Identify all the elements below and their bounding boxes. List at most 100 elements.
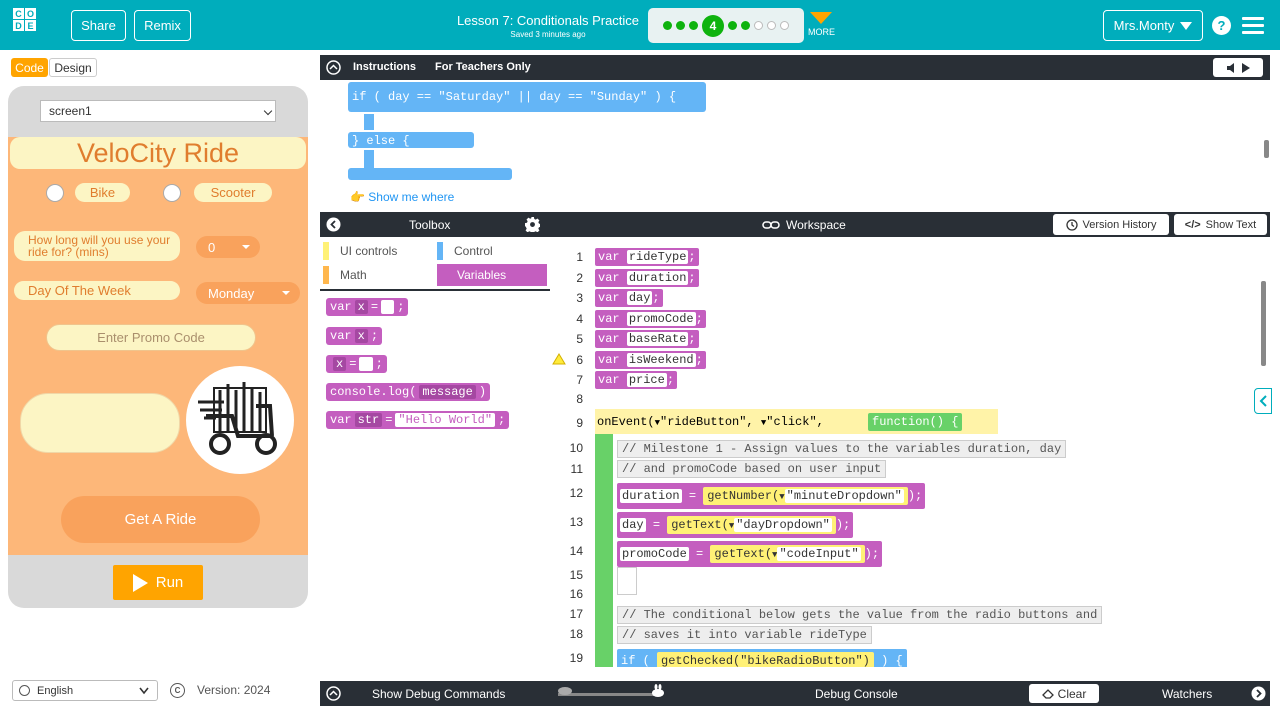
category-label: Control	[454, 244, 493, 258]
collapse-watchers-icon[interactable]	[1251, 686, 1266, 701]
code-line[interactable]: duration = getNumber(▼ "minuteDropdown");	[617, 483, 926, 509]
show-text-button[interactable]: </> Show Text	[1174, 214, 1267, 235]
run-button[interactable]: Run	[113, 565, 203, 600]
line-number: 4	[576, 312, 583, 326]
level-dot-3[interactable]	[689, 21, 698, 30]
duration-question-label: How long will you use your ride for? (mi…	[14, 231, 180, 261]
block-end	[348, 168, 512, 180]
clear-console-button[interactable]: Clear	[1029, 684, 1099, 703]
line-number: 5	[576, 332, 583, 346]
toolbox-divider	[320, 289, 550, 291]
line-number: 18	[569, 627, 583, 641]
language-select[interactable]: English	[12, 680, 158, 701]
code-line[interactable]: promoCode = getText(▼ "codeInput");	[617, 541, 883, 567]
toolbox-panel: UI controls Control Math Variables var x =…	[320, 237, 550, 667]
level-dot-8[interactable]	[767, 21, 776, 30]
code-org-logo[interactable]: C O D E	[13, 8, 49, 44]
gear-icon[interactable]	[525, 217, 540, 232]
promo-code-input[interactable]: Enter Promo Code	[46, 324, 256, 351]
chevron-left-icon	[1259, 395, 1267, 407]
minute-dropdown[interactable]: 0	[196, 236, 260, 258]
logo-letter-e: E	[25, 20, 36, 31]
bike-radio-button[interactable]	[46, 184, 64, 202]
category-label: UI controls	[340, 244, 398, 258]
code-mode-tab[interactable]: Code	[11, 58, 48, 77]
category-color-bar	[323, 266, 329, 284]
version-history-button[interactable]: Version History	[1053, 214, 1169, 235]
code-line[interactable]: var baseRate;	[595, 330, 699, 348]
tab-teachers-only[interactable]: For Teachers Only	[435, 61, 531, 73]
code-line[interactable]: var price;	[595, 371, 678, 389]
day-dropdown[interactable]: Monday	[196, 282, 300, 304]
block-var-string[interactable]: var str = "Hello World";	[326, 411, 510, 429]
empty-line-block[interactable]	[617, 567, 637, 595]
expand-panel-button[interactable]	[1254, 388, 1272, 414]
comment-line[interactable]: // The conditional below gets the value …	[617, 606, 1103, 624]
text-to-speech-button[interactable]	[1213, 58, 1263, 77]
code-line[interactable]: day = getText(▼ "dayDropdown");	[617, 512, 854, 538]
code-line[interactable]: if ( getChecked("bikeRadioButton") ) {	[617, 649, 907, 667]
get-a-ride-button[interactable]: Get A Ride	[61, 496, 260, 543]
block-var-declare[interactable]: var x;	[326, 327, 383, 345]
tab-instructions[interactable]: Instructions	[353, 61, 416, 73]
show-me-where-link[interactable]: 👉 Show me where	[350, 190, 454, 202]
comment-line[interactable]: // and promoCode based on user input	[617, 460, 887, 478]
level-dot-7[interactable]	[754, 21, 763, 30]
clock-icon	[1065, 218, 1078, 231]
debug-bar: Show Debug Commands Debug Console Clear …	[320, 681, 1270, 706]
collapse-debug-icon[interactable]	[326, 686, 341, 701]
show-debug-commands-button[interactable]: Show Debug Commands	[372, 687, 505, 701]
collapse-instructions-icon[interactable]	[326, 60, 341, 75]
block-console-log[interactable]: console.log(message)	[326, 383, 491, 401]
category-variables[interactable]: Variables	[437, 264, 547, 286]
version-label: Version: 2024	[197, 683, 271, 697]
category-color-bar	[323, 242, 329, 260]
screen-select[interactable]: screen1	[40, 100, 276, 122]
remix-button[interactable]: Remix	[134, 10, 191, 41]
share-button[interactable]: Share	[71, 10, 126, 41]
level-dot-5[interactable]	[728, 21, 737, 30]
code-line[interactable]: onEvent(▼"rideButton", ▼"click",	[597, 415, 824, 429]
logo-gap	[37, 8, 48, 19]
function-block[interactable]: function() {	[868, 413, 963, 431]
level-dot-1[interactable]	[663, 21, 672, 30]
line-number: 8	[576, 392, 583, 406]
block-assign[interactable]: x = ;	[326, 355, 387, 373]
category-ui-controls[interactable]: UI controls	[320, 240, 434, 262]
code-line[interactable]: var isWeekend;	[595, 351, 706, 369]
block-var-assign[interactable]: var x = ;	[326, 298, 409, 316]
code-workspace[interactable]: 1 2 3 4 5 6 7 8 9 10 11 12 13 14 15 16 1…	[550, 237, 1270, 667]
scooter-radio-button[interactable]	[163, 184, 181, 202]
scooter-label: Scooter	[194, 183, 272, 202]
comment-line[interactable]: // Milestone 1 - Assign values to the va…	[617, 440, 1067, 458]
copyright-icon[interactable]: C	[170, 683, 185, 698]
hamburger-menu-icon[interactable]	[1242, 17, 1264, 38]
workspace-scrollbar[interactable]	[1260, 241, 1268, 661]
line-number: 13	[569, 515, 583, 529]
current-level-dot[interactable]: 4	[702, 14, 724, 37]
line-number: 19	[569, 651, 583, 665]
code-line[interactable]: var duration;	[595, 269, 699, 287]
logo-letter-c: C	[13, 8, 24, 19]
level-dot-6[interactable]	[741, 21, 750, 30]
toolbox-title: Toolbox	[409, 218, 451, 232]
instructions-scrollbar[interactable]	[1262, 90, 1270, 198]
line-number: 14	[569, 544, 583, 558]
watchers-title[interactable]: Watchers	[1162, 687, 1212, 701]
help-icon[interactable]: ?	[1212, 16, 1231, 35]
design-mode-tab[interactable]: Design	[49, 58, 97, 77]
level-dot-9[interactable]	[780, 21, 789, 30]
collapse-toolbox-icon[interactable]	[326, 217, 341, 232]
line-number: 10	[569, 441, 583, 455]
line-number: 6	[576, 353, 583, 367]
category-math[interactable]: Math	[320, 264, 434, 286]
user-menu-button[interactable]: Mrs.Monty	[1103, 10, 1203, 41]
category-control[interactable]: Control	[434, 240, 548, 262]
code-line[interactable]: var day;	[595, 289, 663, 307]
comment-line[interactable]: // saves it into variable rideType	[617, 626, 872, 644]
line-number: 16	[569, 587, 583, 601]
more-levels-button[interactable]: MORE	[808, 12, 835, 37]
code-line[interactable]: var promoCode;	[595, 310, 706, 328]
level-dot-2[interactable]	[676, 21, 685, 30]
code-line[interactable]: var rideType;	[595, 248, 699, 266]
